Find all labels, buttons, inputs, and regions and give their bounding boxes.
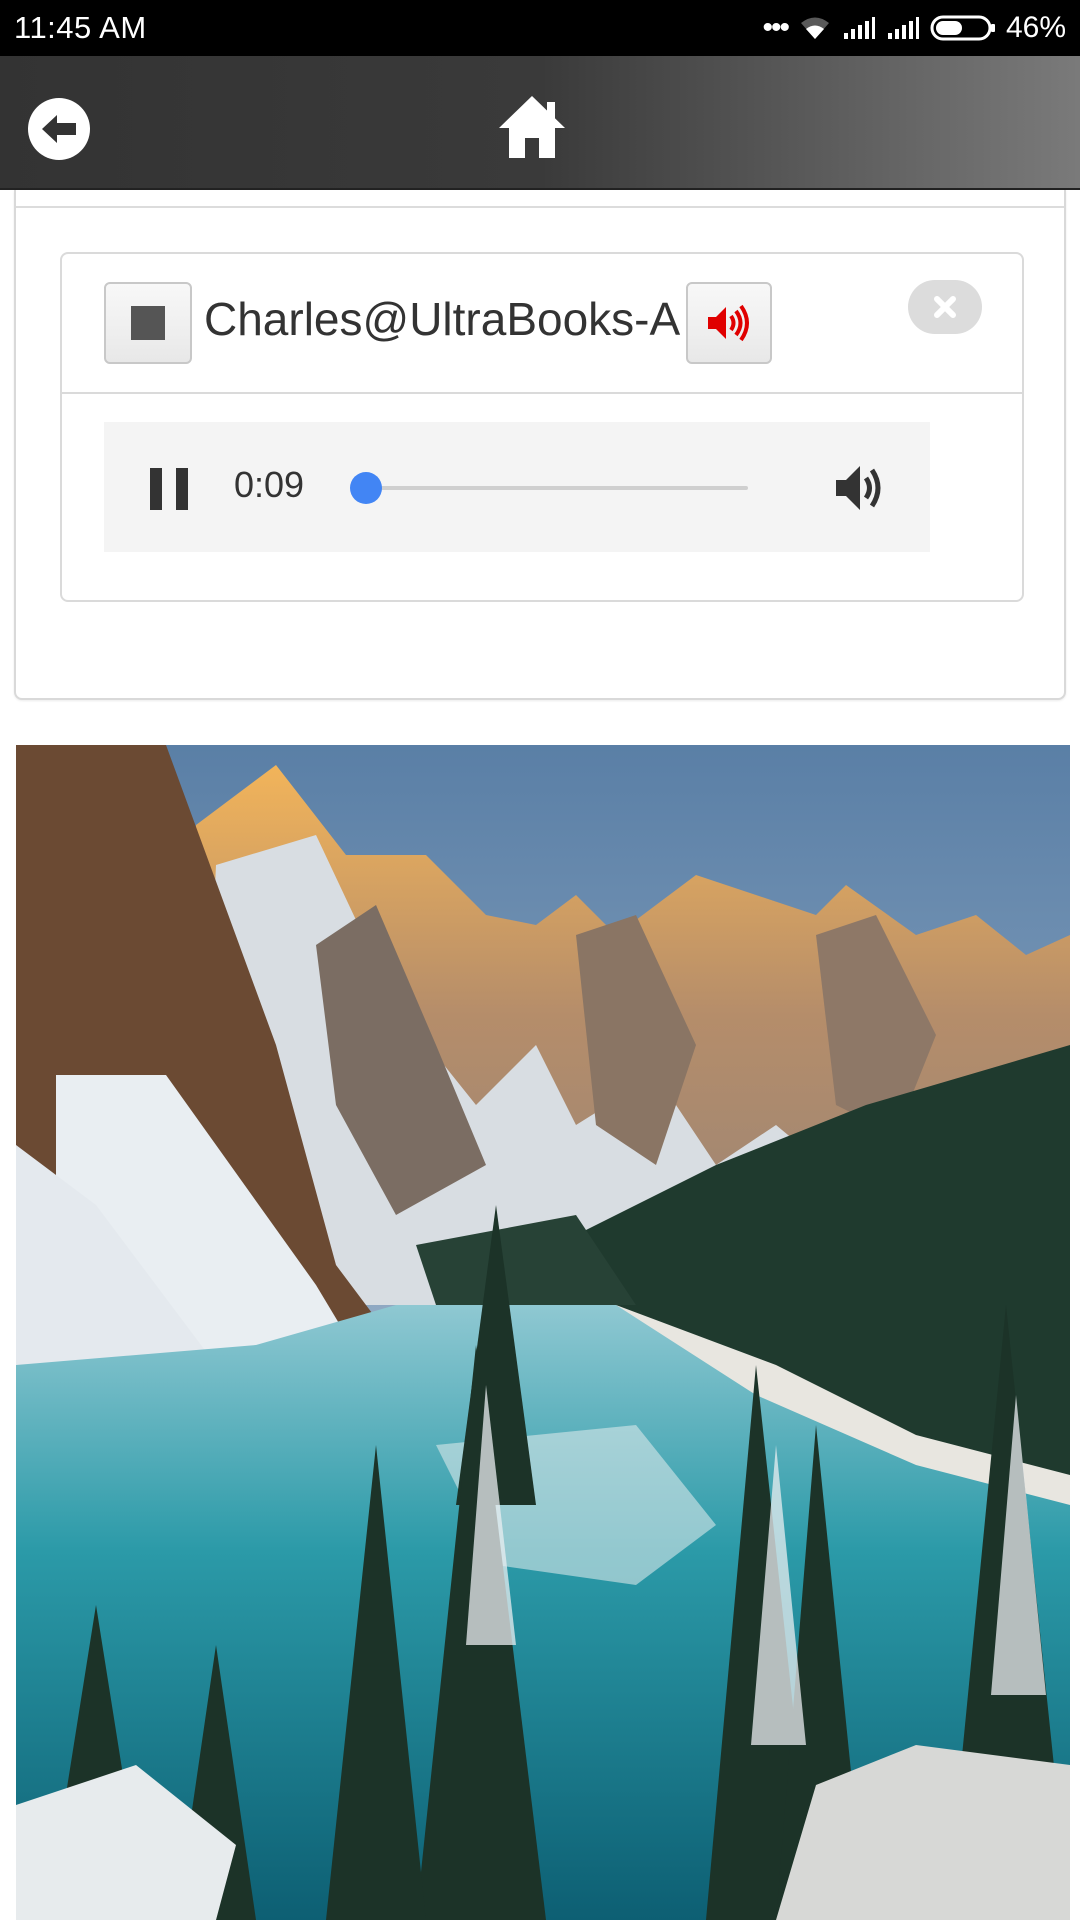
signal-icon <box>843 17 875 39</box>
battery-percent: 46% <box>1005 11 1066 44</box>
app-toolbar <box>0 56 1080 190</box>
volume-button[interactable] <box>834 462 890 514</box>
stop-button[interactable] <box>104 282 192 364</box>
speaker-volume-icon <box>708 304 749 342</box>
stop-icon <box>131 306 165 340</box>
status-bar: 11:45 AM ••• 46% <box>0 0 1080 56</box>
landscape-image <box>16 745 1070 1920</box>
wifi-icon <box>800 17 829 39</box>
home-icon <box>499 96 565 158</box>
close-button[interactable] <box>908 280 982 334</box>
more-dots-icon: ••• <box>762 11 789 44</box>
arrow-left-icon <box>42 115 76 143</box>
caller-name: Charles@UltraBooks-A <box>204 293 681 345</box>
battery-icon <box>930 15 995 41</box>
call-card-header: Charles@UltraBooks-A <box>62 254 1022 394</box>
close-icon <box>929 291 961 323</box>
panel-divider <box>16 206 1064 208</box>
call-panel: Charles@UltraBooks-A 0:09 <box>14 190 1066 700</box>
signal-icon <box>887 17 919 39</box>
back-button[interactable] <box>28 98 90 160</box>
audio-player: 0:09 <box>104 422 930 552</box>
status-time: 11:45 AM <box>14 10 147 45</box>
volume-icon <box>836 466 881 510</box>
seek-slider[interactable] <box>349 472 748 504</box>
call-card: Charles@UltraBooks-A 0:09 <box>60 252 1024 602</box>
pause-button[interactable] <box>150 468 190 510</box>
current-time: 0:09 <box>234 464 305 505</box>
status-icons: ••• 46% <box>762 11 1066 45</box>
home-button[interactable] <box>497 94 567 160</box>
speaker-button[interactable] <box>686 282 772 364</box>
seek-thumb[interactable] <box>349 472 382 504</box>
